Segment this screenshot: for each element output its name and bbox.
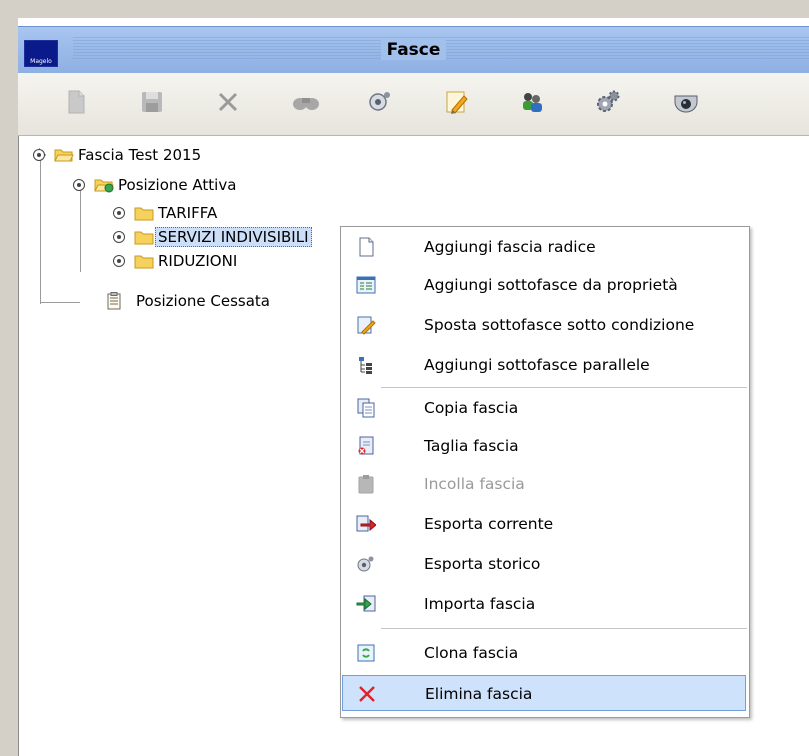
menu-separator bbox=[381, 387, 747, 388]
search-button[interactable] bbox=[292, 88, 320, 116]
menu-item-aggiungi-sottofasce-da-proprieta[interactable]: Aggiungi sottofasce da proprietà bbox=[342, 267, 746, 303]
menu-item-label: Elimina fascia bbox=[425, 685, 533, 703]
menu-item-label: Sposta sottofasce sotto condizione bbox=[424, 316, 695, 334]
menu-item-aggiungi-sottofasce-parallele[interactable]: Aggiungi sottofasce parallele bbox=[342, 347, 746, 383]
expander-icon[interactable] bbox=[112, 206, 126, 220]
save-button[interactable] bbox=[138, 88, 166, 116]
security-camera-icon bbox=[674, 95, 698, 113]
new-document-button[interactable] bbox=[62, 88, 90, 116]
folder-icon bbox=[134, 255, 154, 269]
window-title-container: Fasce bbox=[18, 27, 809, 73]
camera-button[interactable] bbox=[672, 88, 700, 116]
folder-active-icon bbox=[94, 179, 114, 193]
menu-item-copia-fascia[interactable]: Copia fascia bbox=[342, 390, 746, 426]
menu-item-label: Aggiungi sottofasce parallele bbox=[424, 356, 650, 374]
menu-item-sposta-sottofasce[interactable]: Sposta sottofasce sotto condizione bbox=[342, 307, 746, 343]
clone-icon bbox=[357, 644, 375, 662]
users-icon bbox=[523, 93, 542, 112]
edit-button[interactable] bbox=[442, 88, 470, 116]
gears-icon bbox=[597, 90, 620, 112]
menu-item-label: Aggiungi sottofasce da proprietà bbox=[424, 276, 678, 294]
parallel-tree-icon bbox=[359, 357, 372, 374]
folder-icon bbox=[134, 207, 154, 221]
users-button[interactable] bbox=[518, 88, 546, 116]
move-edit-icon bbox=[357, 316, 376, 335]
paste-icon bbox=[358, 475, 374, 494]
tree-node-label: TARIFFA bbox=[158, 204, 218, 222]
floppy-disk-icon bbox=[142, 92, 162, 112]
export-history-icon bbox=[369, 92, 390, 111]
tree-node-label: Posizione Cessata bbox=[136, 292, 270, 310]
menu-item-clona-fascia[interactable]: Clona fascia bbox=[342, 635, 746, 671]
menu-item-taglia-fascia[interactable]: Taglia fascia bbox=[342, 428, 746, 464]
tree-node-label: Fascia Test 2015 bbox=[78, 146, 202, 164]
folder-icon bbox=[134, 231, 154, 245]
tree-connector bbox=[40, 158, 41, 304]
desktop-frame-left bbox=[0, 0, 18, 756]
menu-item-aggiungi-fascia-radice[interactable]: Aggiungi fascia radice bbox=[342, 229, 746, 265]
menu-item-label: Aggiungi fascia radice bbox=[424, 238, 596, 256]
tree-connector bbox=[80, 186, 81, 272]
expander-icon[interactable] bbox=[112, 254, 126, 268]
menu-item-label: Esporta corrente bbox=[424, 515, 554, 533]
blank-page-icon bbox=[359, 237, 374, 257]
menu-item-elimina-fascia[interactable]: Elimina fascia bbox=[342, 675, 746, 711]
desktop-frame-top bbox=[0, 0, 809, 18]
export-history-icon bbox=[357, 556, 374, 572]
delete-x-icon bbox=[359, 686, 375, 702]
delete-button[interactable] bbox=[214, 88, 242, 116]
document-icon bbox=[68, 90, 85, 114]
expander-icon[interactable] bbox=[112, 230, 126, 244]
import-arrow-icon bbox=[356, 595, 376, 612]
menu-item-label: Copia fascia bbox=[424, 399, 519, 417]
toolbar bbox=[18, 73, 809, 136]
menu-separator bbox=[381, 628, 747, 629]
menu-item-esporta-storico[interactable]: Esporta storico bbox=[342, 546, 746, 582]
expander-icon[interactable] bbox=[72, 178, 86, 192]
expander-icon[interactable] bbox=[32, 148, 46, 162]
menu-item-importa-fascia[interactable]: Importa fascia bbox=[342, 586, 746, 622]
cut-icon bbox=[358, 436, 374, 455]
menu-item-label: Taglia fascia bbox=[424, 437, 519, 455]
tree-node-label-selected: SERVIZI INDIVISIBILI bbox=[155, 227, 312, 247]
binoculars-icon bbox=[293, 98, 319, 110]
tree-node-label: Posizione Attiva bbox=[118, 176, 237, 194]
menu-item-incolla-fascia[interactable]: Incolla fascia bbox=[342, 466, 746, 502]
export-arrow-icon bbox=[356, 515, 376, 532]
export-history-button[interactable] bbox=[366, 88, 394, 116]
context-menu: Aggiungi fascia radice Aggiungi sottofas… bbox=[340, 226, 750, 718]
window-title: Fasce bbox=[380, 40, 447, 60]
tree-node-label: RIDUZIONI bbox=[158, 252, 238, 270]
title-bar[interactable]: Magelo Fasce bbox=[18, 26, 809, 73]
menu-item-label: Clona fascia bbox=[424, 644, 519, 662]
tree-connector bbox=[40, 302, 80, 303]
close-icon bbox=[218, 92, 238, 112]
properties-list-icon bbox=[356, 276, 376, 294]
copy-icon bbox=[357, 398, 375, 418]
notepad-icon bbox=[107, 292, 121, 310]
menu-item-label: Importa fascia bbox=[424, 595, 536, 613]
menu-item-esporta-corrente[interactable]: Esporta corrente bbox=[342, 506, 746, 542]
folder-open-icon bbox=[54, 149, 74, 162]
settings-button[interactable] bbox=[594, 88, 622, 116]
menu-item-label: Incolla fascia bbox=[424, 475, 525, 493]
edit-pencil-icon bbox=[446, 91, 468, 114]
menu-item-label: Esporta storico bbox=[424, 555, 541, 573]
